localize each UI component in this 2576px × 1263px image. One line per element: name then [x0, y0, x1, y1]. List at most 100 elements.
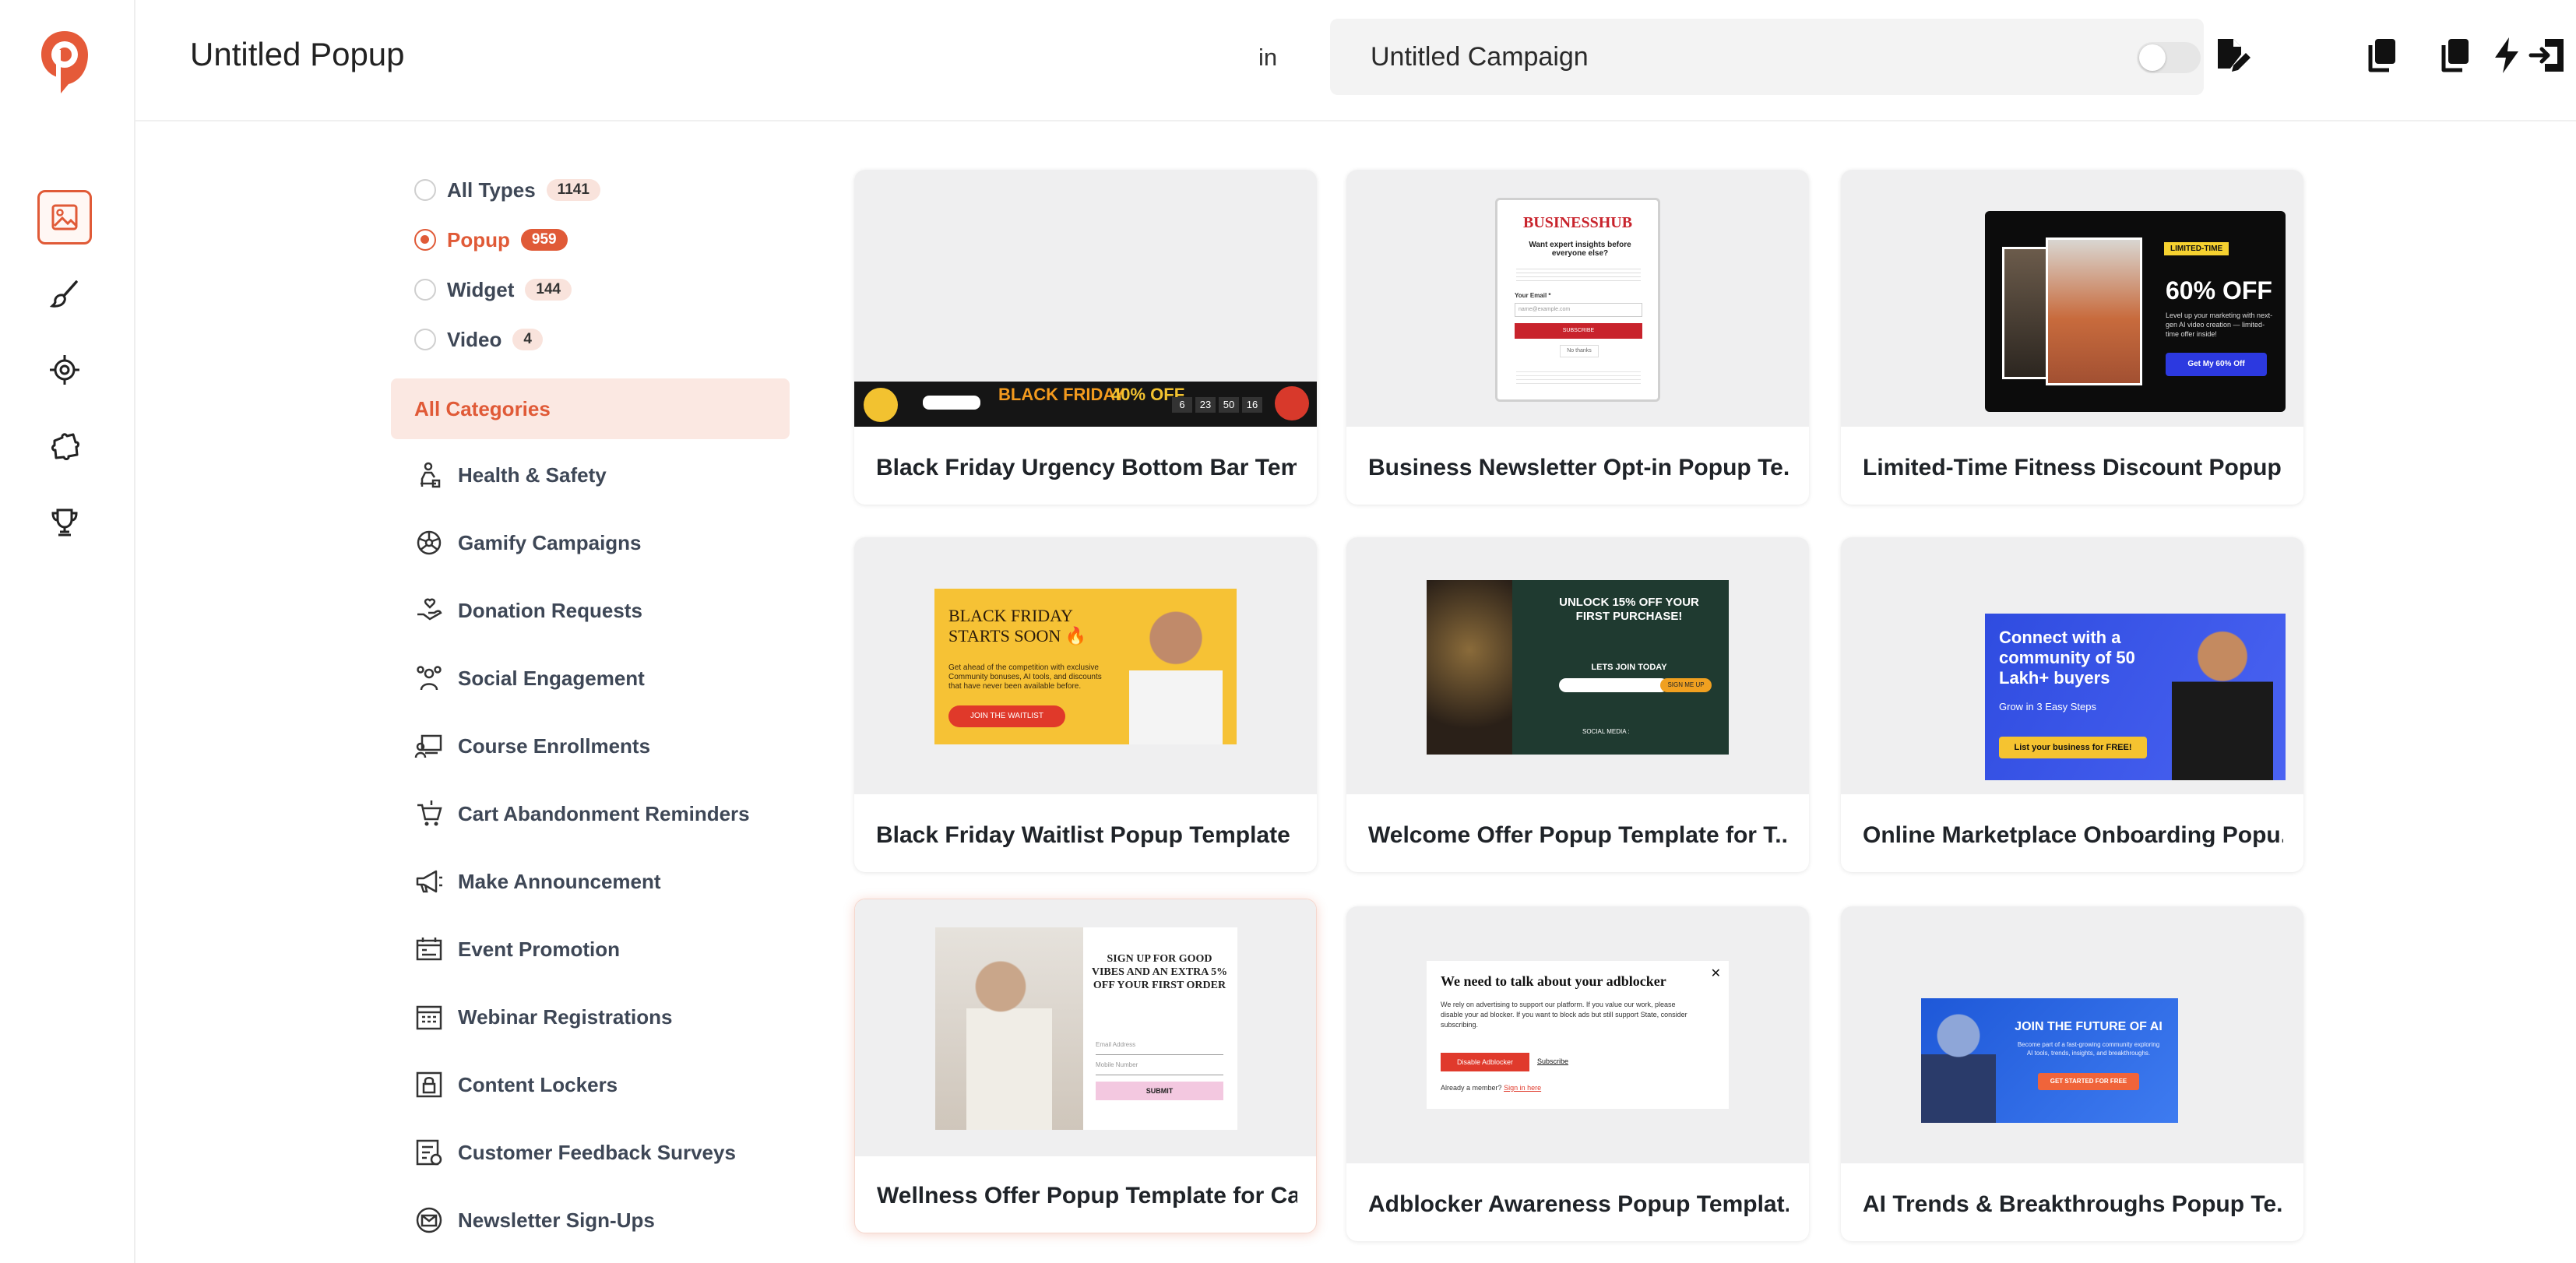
preview-mobile-input: Mobile Number: [1096, 1061, 1223, 1075]
template-title: Black Friday Urgency Bottom Bar Tem...: [876, 455, 1297, 480]
template-preview: UNLOCK 15% OFF YOUR FIRST PURCHASE! LETS…: [1346, 537, 1809, 794]
radio-popup[interactable]: [414, 229, 436, 251]
target-icon: [50, 355, 79, 385]
type-option-video[interactable]: Video 4: [414, 324, 543, 355]
radio-widget[interactable]: [414, 279, 436, 301]
emoji-graphic: [1275, 386, 1309, 420]
active-toggle[interactable]: [2137, 42, 2201, 73]
template-title: AI Trends & Breakthroughs Popup Te...: [1863, 1191, 2283, 1217]
preview-body: Level up your marketing with next-gen AI…: [2166, 311, 2273, 338]
edit-button[interactable]: [2210, 34, 2252, 76]
type-label: Widget: [447, 277, 515, 301]
puzzle-icon: [51, 433, 79, 460]
type-option-popup[interactable]: Popup 959: [414, 224, 568, 255]
preview-headline: BLACK FRIDAY STARTS SOON 🔥: [948, 606, 1087, 646]
cart-icon: [417, 800, 442, 826]
rail-targeting-button[interactable]: [37, 343, 92, 397]
category-item[interactable]: Gamify Campaigns: [414, 524, 642, 561]
category-label: Newsletter Sign-Ups: [458, 1208, 655, 1232]
category-label: Donation Requests: [458, 598, 642, 622]
template-card[interactable]: UNLOCK 15% OFF YOUR FIRST PURCHASE! LETS…: [1346, 537, 1809, 872]
category-item[interactable]: Customer Feedback Surveys: [414, 1134, 736, 1171]
rail-goals-button[interactable]: [37, 495, 92, 550]
preview-badge: LIMITED-TIME: [2164, 242, 2229, 255]
template-card[interactable]: LIMITED-TIME 60% OFF Level up your marke…: [1841, 170, 2303, 505]
duplicate-button[interactable]: [2361, 34, 2403, 76]
category-label: Cart Abandonment Reminders: [458, 801, 750, 825]
category-label: Event Promotion: [458, 937, 621, 961]
category-item[interactable]: Health & Safety: [414, 456, 607, 494]
type-option-all[interactable]: All Types 1141: [414, 174, 600, 206]
brush-icon: [49, 280, 78, 308]
template-card[interactable]: BUSINESSHUB Want expert insights before …: [1346, 170, 1809, 505]
category-item[interactable]: Content Lockers: [414, 1066, 618, 1103]
robot-graphic: [1921, 998, 1996, 1123]
template-card[interactable]: We need to talk about your adblocker We …: [1346, 906, 1809, 1241]
exit-button[interactable]: [2528, 34, 2570, 76]
donation-icon: [417, 598, 442, 621]
category-item[interactable]: Newsletter Sign-Ups: [414, 1201, 655, 1239]
preview-cta: SUBMIT: [1096, 1082, 1223, 1100]
brand-logo[interactable]: [39, 30, 90, 95]
campaign-selector[interactable]: Untitled Campaign: [1330, 19, 2204, 95]
preview-headline: JOIN THE FUTURE OF AI: [2015, 1020, 2163, 1033]
countdown-days: 6: [1172, 397, 1192, 413]
category-item[interactable]: Event Promotion: [414, 931, 620, 968]
category-label: Content Lockers: [458, 1072, 618, 1096]
type-label: Popup: [447, 227, 510, 252]
health-icon: [421, 462, 441, 488]
template-card[interactable]: BLACK FRIDAY 40% OFF 6 23 50 16 Black Fr…: [854, 170, 1317, 505]
publish-button[interactable]: [2486, 34, 2528, 76]
in-label: in: [1258, 44, 1278, 71]
template-preview: BLACK FRIDAY 40% OFF 6 23 50 16: [854, 170, 1317, 427]
preview-footer-lines: [1516, 368, 1641, 387]
left-rail: [0, 0, 135, 1263]
template-title: Adblocker Awareness Popup Templat...: [1368, 1191, 1789, 1217]
top-header: Untitled Popup in Untitled Campaign: [135, 0, 2576, 121]
adblocker-popup-preview: We need to talk about your adblocker We …: [1427, 961, 1729, 1109]
preview-headline: SIGN UP FOR GOOD VIBES AND AN EXTRA 5% O…: [1091, 953, 1228, 991]
category-item[interactable]: Donation Requests: [414, 592, 642, 629]
person-photo-graphic: [2172, 621, 2273, 780]
type-option-widget[interactable]: Widget 144: [414, 274, 572, 305]
template-card[interactable]: SIGN UP FOR GOOD VIBES AND AN EXTRA 5% O…: [854, 899, 1317, 1233]
type-label: All Types: [447, 178, 536, 202]
category-all[interactable]: All Categories: [391, 378, 790, 439]
copy-icon: [2441, 39, 2469, 72]
bar-headline: BLACK FRIDAY: [998, 385, 1125, 404]
countdown-seconds: 16: [1242, 397, 1262, 413]
welcome-popup-preview: UNLOCK 15% OFF YOUR FIRST PURCHASE! LETS…: [1427, 580, 1729, 755]
person-figure-graphic: [966, 946, 1052, 1130]
preview-headline: Connect with a community of 50 Lakh+ buy…: [1999, 628, 2135, 688]
preview-headline: 60% OFF: [2166, 276, 2272, 304]
preview-cta: JOIN THE WAITLIST: [948, 705, 1065, 727]
category-item[interactable]: Social Engagement: [414, 660, 645, 697]
app-root: Untitled Popup in Untitled Campaign All …: [0, 0, 2576, 1263]
copy-button[interactable]: [2434, 34, 2476, 76]
radio-all[interactable]: [414, 179, 436, 201]
template-title: Black Friday Waitlist Popup Template ...: [876, 822, 1297, 848]
lock-icon: [416, 1071, 442, 1098]
preview-email-input: [1559, 678, 1668, 692]
preview-headline: UNLOCK 15% OFF YOUR FIRST PURCHASE!: [1559, 596, 1699, 623]
preview-email-input: Email Address: [1096, 1041, 1223, 1055]
template-card[interactable]: BLACK FRIDAY STARTS SOON 🔥 Get ahead of …: [854, 537, 1317, 872]
preview-email-label: Your Email *: [1515, 292, 1551, 299]
black-friday-bar-preview: BLACK FRIDAY 40% OFF 6 23 50 16: [854, 382, 1317, 427]
template-preview: BUSINESSHUB Want expert insights before …: [1346, 170, 1809, 427]
radio-video[interactable]: [414, 329, 436, 350]
category-item[interactable]: Make Announcement: [414, 863, 661, 900]
category-label: Customer Feedback Surveys: [458, 1140, 736, 1164]
template-card[interactable]: JOIN THE FUTURE OF AI Become part of a f…: [1841, 906, 2303, 1241]
rail-design-button[interactable]: [37, 266, 92, 321]
preview-body-lines: [1516, 266, 1641, 281]
category-item[interactable]: Cart Abandonment Reminders: [414, 795, 750, 832]
category-item[interactable]: Webinar Registrations: [414, 998, 672, 1036]
rail-images-button[interactable]: [37, 190, 92, 245]
template-card[interactable]: Connect with a community of 50 Lakh+ buy…: [1841, 537, 2303, 872]
rail-integrations-button[interactable]: [37, 419, 92, 473]
category-item[interactable]: Course Enrollments: [414, 727, 650, 765]
wellness-popup-preview: SIGN UP FOR GOOD VIBES AND AN EXTRA 5% O…: [935, 927, 1237, 1130]
copy-icon: [2368, 39, 2395, 72]
popup-title[interactable]: Untitled Popup: [190, 36, 405, 73]
